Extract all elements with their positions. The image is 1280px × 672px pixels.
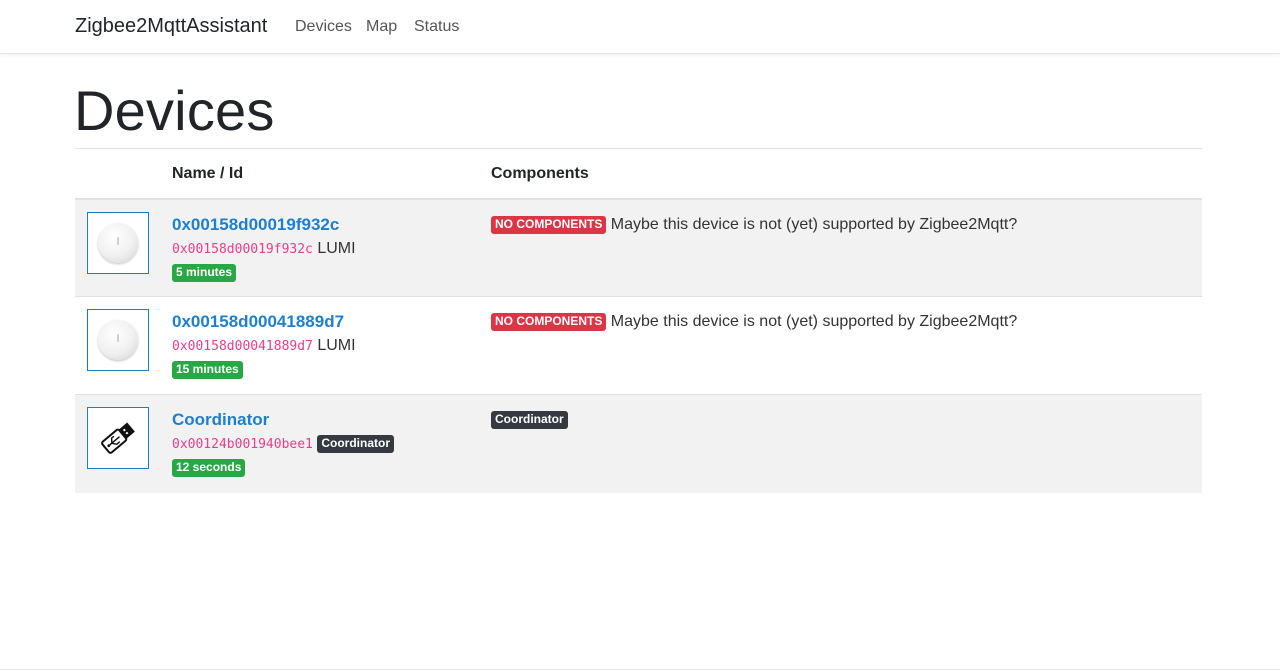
components-message: Maybe this device is not (yet) supported… bbox=[610, 313, 1018, 330]
device-vendor: LUMI bbox=[317, 337, 356, 354]
usb-stick-icon bbox=[101, 422, 135, 454]
header-components: Components bbox=[491, 148, 1202, 200]
device-thumbnail[interactable] bbox=[87, 407, 149, 469]
device-id: 0x00124b001940bee1 bbox=[172, 437, 313, 452]
device-name-cell: Coordinator 0x00124b001940bee1 Coordinat… bbox=[172, 394, 491, 493]
last-seen-badge: 12 seconds bbox=[172, 459, 246, 477]
round-sensor-icon bbox=[98, 320, 138, 360]
components-cell: Coordinator bbox=[491, 394, 1202, 493]
nav-devices[interactable]: Devices bbox=[295, 18, 352, 36]
last-seen-badge: 5 minutes bbox=[172, 263, 237, 282]
components-cell: No components Maybe this device is not (… bbox=[491, 296, 1202, 395]
device-name-link[interactable]: 0x00158d00019f932c bbox=[172, 214, 491, 236]
table-row: 0x00158d00041889d7 0x00158d00041889d7 LU… bbox=[75, 296, 1202, 395]
device-thumbnail[interactable] bbox=[87, 309, 149, 371]
components-message: Maybe this device is not (yet) supported… bbox=[610, 215, 1018, 233]
table-header-row: Name / Id Components bbox=[75, 148, 1202, 200]
coordinator-component-badge: Coordinator bbox=[491, 411, 568, 429]
device-image-cell bbox=[75, 198, 172, 297]
devices-table: Name / Id Components 0x00158d00019f932c … bbox=[75, 148, 1202, 493]
components-cell: No components Maybe this device is not (… bbox=[491, 198, 1202, 297]
device-name-link[interactable]: Coordinator bbox=[172, 409, 491, 431]
device-name-cell: 0x00158d00041889d7 0x00158d00041889d7 LU… bbox=[172, 296, 491, 395]
device-id: 0x00158d00019f932c bbox=[172, 241, 313, 257]
device-image-cell bbox=[75, 296, 172, 395]
no-components-badge: No components bbox=[491, 215, 607, 234]
round-sensor-icon bbox=[98, 222, 138, 263]
device-image-cell bbox=[75, 394, 172, 493]
top-navbar: Zigbee2MqttAssistant Devices Map Status bbox=[0, 0, 1280, 54]
no-components-badge: No components bbox=[491, 313, 607, 331]
device-vendor: LUMI bbox=[317, 239, 356, 257]
page-title: Devices bbox=[74, 79, 275, 142]
footer-divider bbox=[0, 669, 1280, 670]
table-row: Coordinator 0x00124b001940bee1 Coordinat… bbox=[75, 394, 1202, 493]
device-type-badge: Coordinator bbox=[317, 434, 395, 453]
device-thumbnail[interactable] bbox=[87, 211, 149, 274]
device-id-line: 0x00158d00019f932c LUMI bbox=[172, 239, 491, 260]
header-name-id: Name / Id bbox=[172, 148, 491, 200]
nav-map[interactable]: Map bbox=[366, 18, 397, 36]
device-id-line: 0x00124b001940bee1 Coordinator bbox=[172, 434, 491, 455]
brand-link[interactable]: Zigbee2MqttAssistant bbox=[75, 15, 267, 38]
table-row: 0x00158d00019f932c 0x00158d00019f932c LU… bbox=[75, 198, 1202, 297]
last-seen-badge: 15 minutes bbox=[172, 361, 243, 379]
device-name-cell: 0x00158d00019f932c 0x00158d00019f932c LU… bbox=[172, 198, 491, 297]
device-id: 0x00158d00041889d7 bbox=[172, 339, 313, 354]
device-id-line: 0x00158d00041889d7 LUMI bbox=[172, 336, 491, 357]
nav-status[interactable]: Status bbox=[414, 18, 459, 36]
device-name-link[interactable]: 0x00158d00041889d7 bbox=[172, 311, 491, 333]
header-image bbox=[75, 148, 172, 200]
